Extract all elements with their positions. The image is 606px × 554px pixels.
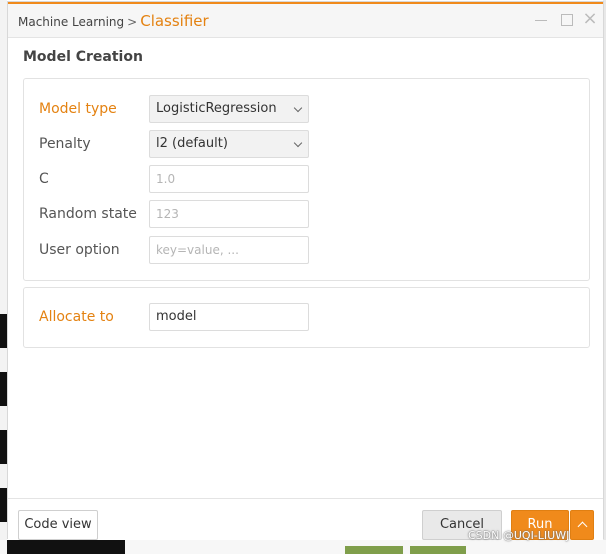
run-options-button[interactable] xyxy=(570,510,594,540)
penalty-select[interactable]: l2 (default) xyxy=(149,130,309,158)
random-state-label: Random state xyxy=(39,206,137,222)
penalty-label: Penalty xyxy=(39,136,91,152)
penalty-row: Penalty l2 (default) xyxy=(39,130,579,160)
breadcrumb-parent: Machine Learning xyxy=(18,15,125,29)
chevron-down-icon xyxy=(293,103,303,113)
model-options-panel: Model type LogisticRegression Penalty l2… xyxy=(23,78,590,281)
model-type-select[interactable]: LogisticRegression xyxy=(149,95,309,123)
breadcrumb-separator: > xyxy=(127,15,138,29)
background-block xyxy=(0,488,7,522)
background-green-button xyxy=(345,546,403,554)
allocate-panel: Allocate to model xyxy=(23,287,590,348)
section-title: Model Creation xyxy=(23,49,143,65)
background-block xyxy=(0,372,7,406)
classifier-dialog: Machine Learning > Classifier × Model Crea… xyxy=(7,1,604,540)
dialog-title: Classifier xyxy=(140,12,209,30)
random-state-input[interactable]: 123 xyxy=(149,200,309,228)
background-block xyxy=(0,430,7,464)
random-state-row: Random state 123 xyxy=(39,200,579,230)
chevron-up-icon xyxy=(577,521,588,532)
breadcrumb: Machine Learning > Classifier xyxy=(18,12,209,30)
maximize-icon[interactable] xyxy=(559,12,575,28)
allocate-row: Allocate to model xyxy=(39,303,579,333)
user-option-input[interactable]: key=value, ... xyxy=(149,236,309,264)
close-icon[interactable]: × xyxy=(582,10,598,28)
watermark: CSDN @UQI-LIUWJ xyxy=(468,529,570,542)
background-block xyxy=(0,314,7,348)
allocate-label: Allocate to xyxy=(39,309,114,325)
allocate-input[interactable]: model xyxy=(149,303,309,331)
model-type-label: Model type xyxy=(39,101,117,117)
chevron-down-icon xyxy=(293,138,303,148)
penalty-value: l2 (default) xyxy=(156,136,228,151)
minimize-icon[interactable] xyxy=(533,12,549,28)
background-app-bottom-strip xyxy=(0,540,606,554)
user-option-row: User option key=value, ... xyxy=(39,236,579,266)
c-row: C 1.0 xyxy=(39,165,579,195)
model-type-row: Model type LogisticRegression xyxy=(39,95,579,125)
model-type-value: LogisticRegression xyxy=(156,101,277,116)
code-view-button[interactable]: Code view xyxy=(18,510,98,540)
c-input[interactable]: 1.0 xyxy=(149,165,309,193)
background-green-button xyxy=(410,546,466,554)
background-app-left-edge xyxy=(0,0,7,554)
user-option-label: User option xyxy=(39,242,120,258)
c-label: C xyxy=(39,171,49,187)
dialog-titlebar[interactable]: Machine Learning > Classifier × xyxy=(8,4,603,38)
background-block xyxy=(7,540,125,554)
